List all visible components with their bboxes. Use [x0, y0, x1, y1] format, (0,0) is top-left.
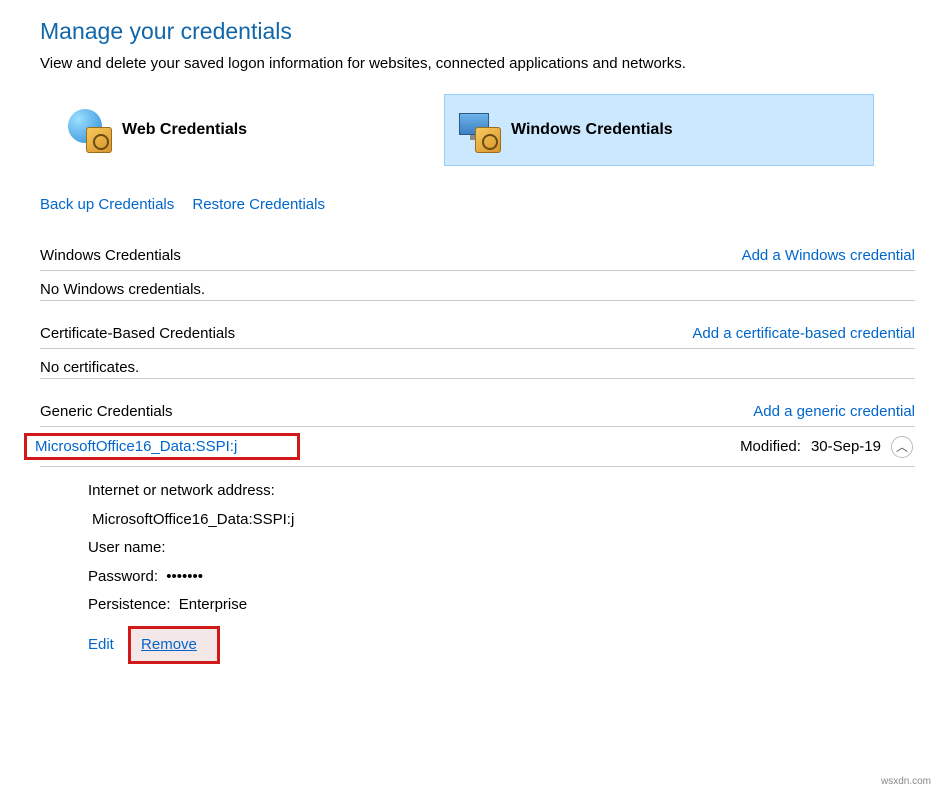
persistence-label: Persistence: — [88, 596, 171, 613]
page-title: Manage your credentials — [40, 18, 915, 45]
credential-links-row: Back up Credentials Restore Credentials — [40, 196, 915, 213]
username-label: User name: — [88, 539, 166, 556]
web-credentials-icon — [66, 107, 112, 153]
credential-details: Internet or network address: MicrosoftOf… — [40, 467, 915, 664]
windows-section-empty: No Windows credentials. — [40, 271, 915, 301]
page-description: View and delete your saved logon informa… — [40, 55, 915, 72]
password-value: ••••••• — [166, 568, 203, 585]
credential-name-highlight: MicrosoftOffice16_Data:SSPI:j — [24, 433, 300, 460]
generic-credentials-section: Generic Credentials Add a generic creden… — [40, 397, 915, 664]
windows-credentials-section: Windows Credentials Add a Windows creden… — [40, 241, 915, 301]
windows-section-title: Windows Credentials — [40, 247, 181, 264]
add-windows-credential-link[interactable]: Add a Windows credential — [742, 247, 915, 264]
password-label: Password: — [88, 568, 158, 585]
web-credentials-category[interactable]: Web Credentials — [54, 94, 414, 166]
remove-link[interactable]: Remove — [141, 636, 197, 653]
modified-value: 30-Sep-19 — [811, 438, 881, 455]
edit-link[interactable]: Edit — [88, 636, 114, 653]
watermark: wsxdn.com — [881, 776, 931, 787]
certificate-section-empty: No certificates. — [40, 349, 915, 379]
modified-label: Modified: — [740, 438, 801, 455]
certificate-section-title: Certificate-Based Credentials — [40, 325, 235, 342]
add-certificate-credential-link[interactable]: Add a certificate-based credential — [692, 325, 915, 342]
web-credentials-label: Web Credentials — [122, 121, 247, 139]
windows-credentials-label: Windows Credentials — [511, 121, 673, 139]
generic-section-title: Generic Credentials — [40, 403, 173, 420]
remove-highlight: Remove — [128, 626, 220, 665]
category-row: Web Credentials Windows Credentials — [54, 94, 915, 166]
backup-credentials-link[interactable]: Back up Credentials — [40, 196, 174, 213]
address-label: Internet or network address: — [88, 482, 275, 499]
chevron-up-icon[interactable]: ︿ — [891, 436, 913, 458]
add-generic-credential-link[interactable]: Add a generic credential — [753, 403, 915, 420]
address-value: MicrosoftOffice16_Data:SSPI:j — [92, 511, 294, 528]
credential-row[interactable]: MicrosoftOffice16_Data:SSPI:j Modified: … — [40, 427, 915, 467]
restore-credentials-link[interactable]: Restore Credentials — [192, 196, 325, 213]
persistence-value: Enterprise — [179, 596, 247, 613]
credential-name: MicrosoftOffice16_Data:SSPI:j — [35, 438, 237, 455]
windows-credentials-category[interactable]: Windows Credentials — [444, 94, 874, 166]
windows-credentials-icon — [455, 107, 501, 153]
certificate-credentials-section: Certificate-Based Credentials Add a cert… — [40, 319, 915, 379]
